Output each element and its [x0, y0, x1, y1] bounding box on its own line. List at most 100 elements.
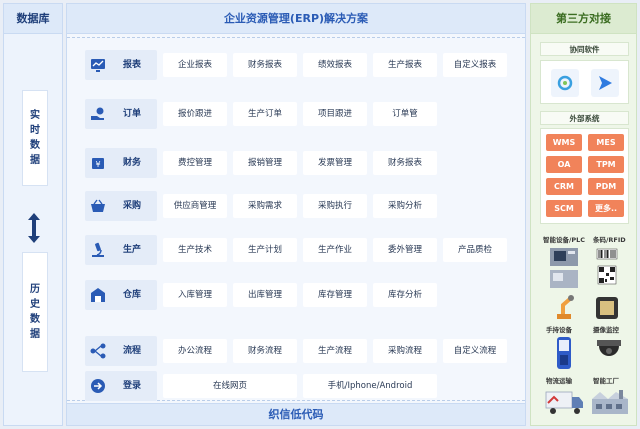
login-option-mobile[interactable]: 手机/Iphone/Android	[303, 374, 437, 398]
module-item[interactable]: 采购分析	[373, 194, 437, 218]
robot-arm-icon	[557, 295, 574, 319]
module-item[interactable]: 出库管理	[233, 283, 297, 307]
dome-camera-icon	[597, 340, 621, 356]
module-item[interactable]: 订单管	[373, 102, 437, 126]
module-label-login[interactable]: 登录	[85, 371, 157, 401]
lowcode-footer: 织信低代码	[67, 403, 525, 425]
erp-module-area: 报表 企业报表 财务报表 绩效报表 生产报表 自定义报表 订单 报价跟进 生产订…	[67, 37, 525, 401]
module-item[interactable]: 报销管理	[233, 151, 297, 175]
module-item[interactable]: 办公流程	[163, 339, 227, 363]
realtime-data-label: 实时数据	[30, 110, 40, 166]
delivery-truck-icon	[545, 391, 583, 414]
module-item[interactable]: 生产计划	[233, 238, 297, 262]
database-title: 数据库	[4, 4, 62, 34]
system-button[interactable]: WMS	[546, 134, 582, 151]
chat-app-button[interactable]	[551, 69, 579, 97]
module-name: 报表	[122, 60, 141, 70]
login-arrow-icon	[91, 379, 105, 393]
module-item[interactable]: 委外管理	[373, 238, 437, 262]
cnc-machine-icon	[550, 248, 578, 288]
handheld-scanner-icon	[557, 337, 571, 369]
third-party-panel: 第三方对接 协同软件 外部系统 WMS MES OA TPM CRM PDM S…	[530, 3, 637, 426]
svg-text:¥: ¥	[95, 160, 100, 169]
module-item[interactable]: 项目跟进	[303, 102, 367, 126]
device-label-camera: 摄像监控	[593, 326, 619, 334]
collab-software-box	[540, 60, 629, 104]
module-label-report[interactable]: 报表	[85, 50, 157, 80]
module-item[interactable]: 入库管理	[163, 283, 227, 307]
factory-building-icon	[592, 390, 628, 414]
module-item[interactable]: 生产技术	[163, 238, 227, 262]
module-item[interactable]: 财务流程	[233, 339, 297, 363]
device-label-plc: 智能设备/PLC	[543, 236, 586, 244]
messaging-app-button[interactable]	[591, 69, 619, 97]
system-button[interactable]: SCM	[546, 200, 582, 217]
module-item[interactable]: 产品质检	[443, 238, 507, 262]
module-item[interactable]: 生产流程	[303, 339, 367, 363]
history-data-label: 历史数据	[30, 284, 40, 340]
module-item[interactable]: 生产报表	[373, 53, 437, 77]
module-item[interactable]: 自定义报表	[443, 53, 507, 77]
module-name: 生产	[122, 245, 141, 255]
module-item[interactable]: 发票管理	[303, 151, 367, 175]
module-item[interactable]: 自定义流程	[443, 339, 507, 363]
module-label-finance[interactable]: ¥ 财务	[85, 148, 157, 178]
basket-icon	[91, 199, 105, 212]
erp-title: 企业资源管理(ERP)解决方案	[67, 4, 525, 34]
module-name: 登录	[122, 381, 141, 391]
erp-panel: 企业资源管理(ERP)解决方案 报表 企业报表 财务报表 绩效报表 生产报表 自…	[66, 3, 526, 426]
order-hand-icon	[91, 107, 104, 120]
module-item[interactable]: 报价跟进	[163, 102, 227, 126]
module-label-workflow[interactable]: 流程	[85, 336, 157, 366]
module-item[interactable]: 财务报表	[233, 53, 297, 77]
device-label-factory: 智能工厂	[593, 377, 619, 385]
external-systems-box: WMS MES OA TPM CRM PDM SCM 更多..	[540, 128, 629, 224]
device-label-handheld: 手持设备	[546, 326, 572, 334]
bidirectional-arrow-icon	[28, 213, 40, 243]
module-item[interactable]: 采购执行	[303, 194, 367, 218]
module-item[interactable]: 费控管理	[163, 151, 227, 175]
paper-plane-icon	[599, 76, 612, 90]
external-systems-title: 外部系统	[540, 111, 629, 125]
system-button[interactable]: CRM	[546, 178, 582, 195]
system-button[interactable]: PDM	[588, 178, 624, 195]
module-item[interactable]: 财务报表	[373, 151, 437, 175]
microscope-icon	[92, 242, 104, 257]
module-name: 仓库	[122, 290, 141, 300]
module-item[interactable]: 库存管理	[303, 283, 367, 307]
rfid-chip-icon	[596, 297, 618, 319]
chart-screen-icon	[91, 59, 105, 72]
system-button[interactable]: OA	[546, 156, 582, 173]
module-label-purchase[interactable]: 采购	[85, 191, 157, 221]
module-name: 采购	[122, 201, 141, 211]
module-item[interactable]: 供应商管理	[163, 194, 227, 218]
warehouse-icon	[91, 288, 105, 302]
login-option-web[interactable]: 在线网页	[163, 374, 297, 398]
device-label-logistics: 物流运输	[546, 377, 572, 385]
module-label-warehouse[interactable]: 仓库	[85, 280, 157, 310]
module-item[interactable]: 绩效报表	[303, 53, 367, 77]
module-name: 流程	[122, 346, 141, 356]
collab-software-title: 协同软件	[540, 42, 629, 56]
chat-bubble-icon	[557, 75, 573, 91]
system-button[interactable]: TPM	[588, 156, 624, 173]
module-item[interactable]: 生产作业	[303, 238, 367, 262]
module-name: 订单	[122, 109, 141, 119]
history-data-box: 历史数据	[22, 252, 48, 372]
module-item[interactable]: 库存分析	[373, 283, 437, 307]
more-systems-button[interactable]: 更多..	[588, 200, 624, 217]
module-item[interactable]: 企业报表	[163, 53, 227, 77]
finance-icon: ¥	[92, 158, 104, 169]
device-label-rfid: 条码/RFID	[593, 236, 626, 244]
module-item[interactable]: 生产订单	[233, 102, 297, 126]
module-item[interactable]: 采购需求	[233, 194, 297, 218]
module-label-production[interactable]: 生产	[85, 235, 157, 265]
database-panel: 数据库 实时数据 历史数据	[3, 3, 63, 426]
barcode-qrcode-icon	[596, 248, 618, 285]
module-item[interactable]: 采购流程	[373, 339, 437, 363]
module-name: 财务	[122, 158, 141, 168]
system-button[interactable]: MES	[588, 134, 624, 151]
module-label-order[interactable]: 订单	[85, 99, 157, 129]
realtime-data-box: 实时数据	[22, 90, 48, 186]
flow-icon	[90, 343, 106, 359]
